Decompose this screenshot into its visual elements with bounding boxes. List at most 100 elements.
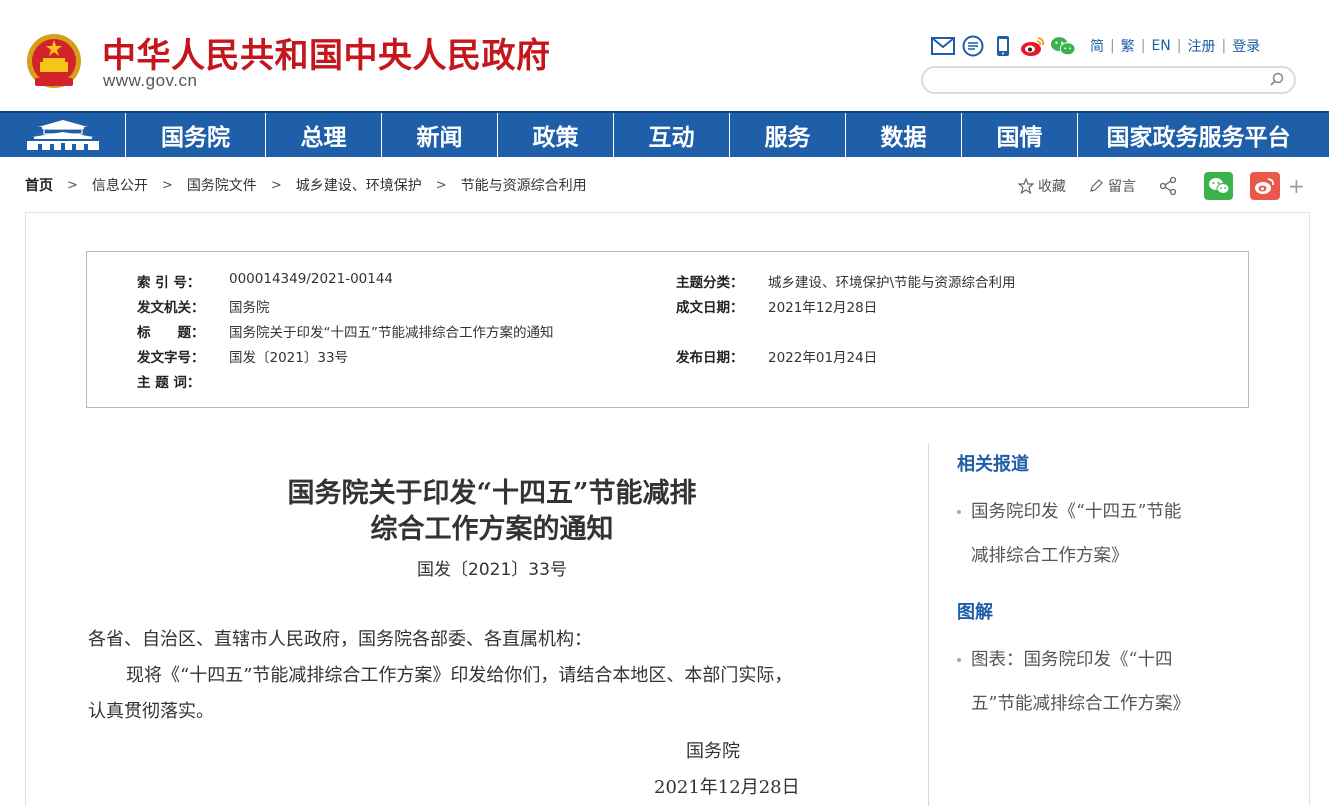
link-text-line: 国务院印发《“十四五”节能: [971, 502, 1182, 522]
share-bar: 收藏 留言 +: [1018, 171, 1305, 201]
divider: |: [1221, 38, 1227, 54]
nav-item-premier[interactable]: 总理: [266, 113, 382, 157]
nav-item-national-info[interactable]: 国情: [962, 113, 1078, 157]
nav-item-interaction[interactable]: 互动: [614, 113, 730, 157]
tiananmen-icon: [26, 120, 99, 150]
meta-topic: 主题分类： 城乡建设、环境保护\节能与资源综合利用: [676, 271, 1016, 291]
weibo-icon[interactable]: [1020, 35, 1046, 57]
meta-title: 标 题： 国务院关于印发“十四五”节能减排综合工作方案的通知: [137, 321, 554, 341]
mail-icon[interactable]: [930, 35, 956, 57]
related-reports-heading: 相关报道: [957, 454, 1029, 475]
more-share-button[interactable]: +: [1288, 174, 1305, 198]
meta-label: 标 题：: [137, 325, 205, 341]
article-title-line: 国务院关于印发“十四五”节能减排: [287, 478, 697, 509]
traditional-chinese-link[interactable]: 繁: [1121, 36, 1135, 56]
meta-value: 国发〔2021〕33号: [229, 350, 349, 366]
divider: |: [1110, 38, 1115, 54]
favorite-button[interactable]: 收藏: [1018, 176, 1066, 196]
meta-value: 国务院关于印发“十四五”节能减排综合工作方案的通知: [229, 325, 554, 341]
meta-value: 000014349/2021-00144: [229, 271, 394, 287]
national-emblem-icon[interactable]: [25, 32, 83, 92]
meta-value: 2022年01月24日: [768, 350, 878, 366]
link-text-line: 减排综合工作方案》: [971, 546, 1129, 566]
graphics-heading: 图解: [957, 602, 993, 623]
weibo-share-button[interactable]: [1250, 172, 1280, 200]
meta-label: 主 题 词：: [137, 375, 201, 391]
related-report-link[interactable]: 国务院印发《“十四五”节能 减排综合工作方案》: [957, 490, 1247, 578]
meta-label: 主题分类：: [676, 275, 744, 291]
comment-label: 留言: [1108, 179, 1136, 195]
article-doc-number: 国发〔2021〕33号: [417, 560, 567, 580]
wechat-share-button[interactable]: [1204, 172, 1233, 200]
nav-item-policy[interactable]: 政策: [498, 113, 614, 157]
star-icon: [1018, 178, 1034, 194]
site-header: 中华人民共和国中央人民政府 www.gov.cn 简 | 繁 | EN | 注册…: [0, 0, 1329, 111]
chevron-right-icon: >: [270, 177, 282, 193]
weibo-icon: [1255, 178, 1275, 194]
share-button[interactable]: [1158, 176, 1182, 196]
language-links: 简 | 繁 | EN | 注册 | 登录: [1090, 36, 1260, 56]
favorite-label: 收藏: [1038, 179, 1066, 195]
meta-value: 城乡建设、环境保护\节能与资源综合利用: [768, 275, 1016, 291]
wechat-icon[interactable]: [1050, 35, 1076, 57]
site-url: www.gov.cn: [103, 71, 198, 90]
search-input[interactable]: [935, 71, 1265, 89]
login-link[interactable]: 登录: [1232, 36, 1260, 56]
meta-label: 发文机关：: [137, 300, 205, 316]
chevron-right-icon: >: [435, 177, 447, 193]
top-toolbar: 简 | 繁 | EN | 注册 | 登录: [930, 34, 1260, 58]
document-meta-table: 索 引 号： 000014349/2021-00144 主题分类： 城乡建设、环…: [86, 251, 1249, 408]
breadcrumb-urban-env[interactable]: 城乡建设、环境保护: [296, 175, 422, 195]
mobile-icon[interactable]: [990, 35, 1016, 57]
nav-item-services[interactable]: 服务: [730, 113, 846, 157]
sidebar: 相关报道 国务院印发《“十四五”节能 减排综合工作方案》 图解 图表：国务院印发…: [957, 450, 1247, 726]
chevron-right-icon: >: [161, 177, 173, 193]
sidebar-divider: [928, 443, 929, 806]
main-nav: 国务院 总理 新闻 政策 互动 服务 数据 国情 国家政务服务平台: [0, 111, 1329, 157]
meta-label: 索 引 号：: [137, 275, 201, 291]
pencil-icon: [1090, 179, 1103, 192]
site-title[interactable]: 中华人民共和国中央人民政府: [102, 28, 551, 77]
breadcrumb-energy-saving[interactable]: 节能与资源综合利用: [461, 175, 587, 195]
meta-keywords: 主 题 词：: [137, 371, 229, 391]
meta-publish-date: 发布日期： 2022年01月24日: [676, 346, 877, 366]
share-icon: [1159, 176, 1177, 196]
meta-written-date: 成文日期： 2021年12月28日: [676, 296, 877, 316]
meta-label: 发文字号：: [137, 350, 205, 366]
english-link[interactable]: EN: [1151, 38, 1170, 54]
chevron-right-icon: >: [67, 177, 78, 193]
message-icon[interactable]: [960, 35, 986, 57]
divider: |: [1140, 38, 1146, 54]
meta-label: 成文日期：: [676, 300, 744, 316]
article-signer: 国务院: [686, 741, 740, 762]
nav-home[interactable]: [0, 113, 126, 157]
article-title: 国务院关于印发“十四五”节能减排 综合工作方案的通知: [86, 476, 898, 548]
graphic-link[interactable]: 图表：国务院印发《“十四 五”节能减排综合工作方案》: [957, 638, 1247, 726]
breadcrumb: 首页 > 信息公开 > 国务院文件 > 城乡建设、环境保护 > 节能与资源综合利…: [25, 173, 587, 197]
meta-index-no: 索 引 号： 000014349/2021-00144: [137, 271, 393, 291]
register-link[interactable]: 注册: [1187, 36, 1215, 56]
breadcrumb-info-disclosure[interactable]: 信息公开: [92, 175, 148, 195]
article-title-line: 综合工作方案的通知: [370, 514, 614, 545]
divider: |: [1176, 38, 1182, 54]
meta-label: 发布日期：: [676, 350, 744, 366]
meta-value: 国务院: [229, 300, 270, 316]
link-text-line: 图表：国务院印发《“十四: [971, 650, 1173, 670]
search-box: [921, 66, 1296, 94]
nav-item-data[interactable]: 数据: [846, 113, 962, 157]
link-text-line: 五”节能减排综合工作方案》: [971, 694, 1190, 714]
article-date: 2021年12月28日: [654, 777, 800, 798]
meta-doc-no: 发文字号： 国发〔2021〕33号: [137, 346, 348, 366]
meta-issuer: 发文机关： 国务院: [137, 296, 270, 316]
wechat-icon: [1208, 178, 1229, 194]
breadcrumb-home[interactable]: 首页: [25, 175, 53, 195]
article-body-line: 现将《“十四五”节能减排综合工作方案》印发给你们，请结合本地区、本部门实际，: [126, 665, 793, 686]
nav-item-gov-service-platform[interactable]: 国家政务服务平台: [1078, 113, 1319, 157]
breadcrumb-state-council-docs[interactable]: 国务院文件: [187, 175, 257, 195]
article-salutation: 各省、自治区、直辖市人民政府，国务院各部委、各直属机构：: [88, 629, 592, 650]
nav-item-state-council[interactable]: 国务院: [126, 113, 266, 157]
simplified-chinese-link[interactable]: 简: [1090, 36, 1104, 56]
search-icon[interactable]: [1268, 71, 1288, 89]
comment-button[interactable]: 留言: [1088, 176, 1136, 196]
nav-item-news[interactable]: 新闻: [382, 113, 498, 157]
